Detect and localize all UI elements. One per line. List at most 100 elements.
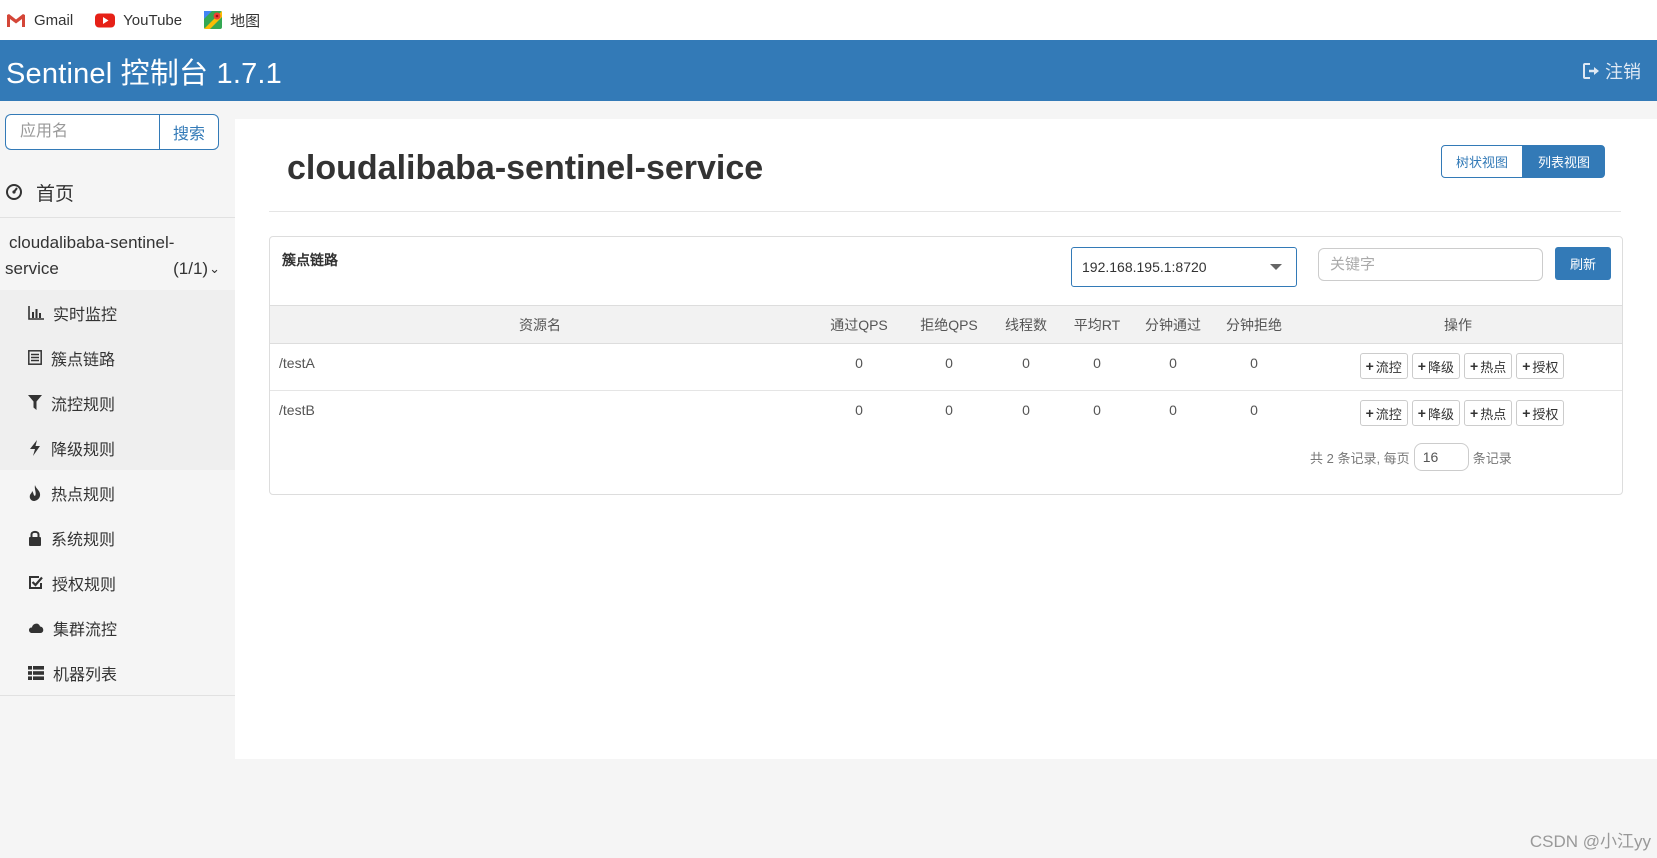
sidebar-item-label: 簇点链路 — [51, 351, 116, 369]
minute-block: 0 — [1250, 402, 1258, 418]
pager-total-text: 共 2 条记录, 每页 — [1310, 450, 1410, 466]
caret-down-icon — [1270, 264, 1282, 270]
main-panel: cloudalibaba-sentinel-service 树状视图 列表视图 … — [235, 119, 1657, 759]
tree-view-button[interactable]: 树状视图 — [1441, 145, 1524, 178]
plus-icon: + — [1417, 358, 1426, 374]
list-view-button[interactable]: 列表视图 — [1523, 145, 1606, 178]
block-qps: 0 — [945, 402, 953, 418]
thread-count: 0 — [1022, 402, 1030, 418]
bookmark-maps[interactable]: 地图 — [204, 10, 260, 31]
plus-icon: + — [1365, 358, 1374, 374]
machine-select[interactable]: 192.168.195.1:8720 — [1071, 247, 1297, 287]
add-auth-rule-button[interactable]: + 授权 — [1516, 400, 1565, 426]
app-search-input[interactable] — [5, 114, 159, 150]
column-header: 线程数 — [990, 305, 1062, 344]
pass-qps: 0 — [810, 343, 908, 391]
plus-icon: + — [1470, 358, 1479, 374]
plus-icon: + — [1522, 358, 1531, 374]
sidebar-item-label: 热点规则 — [51, 486, 116, 504]
sidebar-item-system-rules[interactable]: 系统规则 — [0, 515, 235, 560]
page-title: cloudalibaba-sentinel-service — [287, 149, 764, 187]
add-degrade-rule-button[interactable]: + 降级 — [1411, 400, 1460, 426]
cloud-icon — [29, 623, 44, 633]
sidebar-item-label: 授权规则 — [52, 576, 117, 594]
add-auth-rule-button[interactable]: + 授权 — [1516, 353, 1565, 379]
column-header: 资源名 — [270, 305, 810, 344]
dashboard-icon — [6, 184, 22, 200]
op-label: 流控 — [1375, 406, 1402, 422]
youtube-icon — [95, 13, 116, 27]
row-actions: + 流控 + 降级 + 热点 + 授权 — [1294, 391, 1622, 438]
add-flow-rule-button[interactable]: + 流控 — [1359, 353, 1408, 379]
thread-count: 0 — [990, 343, 1062, 391]
app-search: 搜索 — [5, 114, 219, 150]
sidebar-item-home[interactable]: 首页 — [0, 167, 235, 217]
flash-icon — [30, 439, 40, 456]
column-header: 分钟拒绝 — [1214, 305, 1294, 344]
row-actions: + 流控 + 降级 + 热点 + 授权 — [1294, 343, 1622, 391]
brand-title[interactable]: Sentinel 控制台 1.7.1 — [6, 50, 282, 92]
th-list-icon — [28, 665, 44, 680]
app-name-line1: cloudalibaba-sentinel- — [9, 233, 175, 252]
minute-block: 0 — [1214, 343, 1294, 391]
list-alt-icon — [28, 350, 42, 365]
bookmark-gmail[interactable]: Gmail — [6, 12, 73, 29]
fire-icon — [29, 484, 41, 501]
add-degrade-rule-button[interactable]: + 降级 — [1411, 353, 1460, 379]
bookmark-label: 地图 — [230, 12, 261, 30]
sidebar-item-realtime-monitor[interactable]: 实时监控 — [0, 290, 235, 335]
sidebar: 搜索 首页 cloudalibaba-sentinel- service (1/… — [0, 101, 235, 858]
sidebar-item-hotspot-rules[interactable]: 热点规则 — [0, 470, 235, 515]
keyword-input[interactable] — [1318, 248, 1543, 281]
minute-pass: 0 — [1169, 402, 1177, 418]
block-qps: 0 — [908, 343, 990, 391]
refresh-button[interactable]: 刷新 — [1555, 247, 1611, 280]
sidebar-divider — [0, 695, 235, 696]
logout-label: 注销 — [1605, 61, 1641, 82]
op-label: 降级 — [1427, 406, 1454, 422]
sidebar-item-label: 降级规则 — [51, 441, 116, 459]
logout-link[interactable]: 注销 — [1583, 58, 1641, 84]
title-divider — [269, 211, 1621, 212]
sidebar-item-cluster-chain[interactable]: 簇点链路 — [0, 335, 235, 380]
sidebar-item-label: 集群流控 — [53, 621, 118, 639]
minute-pass: 0 — [1132, 343, 1214, 391]
sidebar-item-degrade-rules[interactable]: 降级规则 — [0, 425, 235, 470]
pagination: 共 2 条记录, 每页 条记录 — [1310, 443, 1512, 471]
op-label: 热点 — [1480, 359, 1507, 375]
sidebar-item-machine-list[interactable]: 机器列表 — [0, 650, 235, 695]
add-hotspot-rule-button[interactable]: + 热点 — [1464, 353, 1513, 379]
op-label: 授权 — [1532, 359, 1559, 375]
page-size-input[interactable] — [1413, 443, 1469, 471]
bar-chart-icon — [28, 305, 44, 320]
add-flow-rule-button[interactable]: + 流控 — [1359, 400, 1408, 426]
sidebar-item-auth-rules[interactable]: 授权规则 — [0, 560, 235, 605]
sign-out-icon — [1583, 62, 1599, 79]
pager-suffix-text: 条记录 — [1472, 450, 1512, 466]
sidebar-item-flow-rules[interactable]: 流控规则 — [0, 380, 235, 425]
op-label: 热点 — [1480, 406, 1507, 422]
sidebar-item-cluster-flow[interactable]: 集群流控 — [0, 605, 235, 650]
resource-table: 资源名 通过QPS 拒绝QPS 线程数 平均RT 分钟通过 分钟拒绝 操作 /t… — [270, 305, 1622, 438]
lock-icon — [29, 530, 41, 546]
resource-name: /testA — [270, 343, 810, 391]
op-label: 降级 — [1427, 359, 1454, 375]
column-header: 拒绝QPS — [908, 305, 990, 344]
app-machine-count: (1/1)⌄ — [173, 256, 220, 282]
column-header: 分钟通过 — [1132, 305, 1214, 344]
bookmark-youtube[interactable]: YouTube — [95, 12, 182, 29]
app-count-text: (1/1) — [173, 259, 209, 278]
check-icon — [29, 576, 43, 589]
app-name-line2: service — [5, 259, 59, 278]
search-button[interactable]: 搜索 — [159, 114, 219, 150]
plus-icon: + — [1470, 405, 1479, 421]
bookmark-label: Gmail — [34, 11, 74, 29]
add-hotspot-rule-button[interactable]: + 热点 — [1464, 400, 1513, 426]
column-header: 平均RT — [1062, 305, 1132, 344]
sidebar-app-entry[interactable]: cloudalibaba-sentinel- service (1/1)⌄ — [0, 218, 235, 290]
table-header-row: 资源名 通过QPS 拒绝QPS 线程数 平均RT 分钟通过 分钟拒绝 操作 — [270, 305, 1622, 344]
plus-icon: + — [1522, 405, 1531, 421]
chevron-down-icon[interactable]: ⌄ — [209, 256, 220, 282]
gmail-icon — [7, 13, 25, 27]
sidebar-item-label: 系统规则 — [51, 531, 116, 549]
